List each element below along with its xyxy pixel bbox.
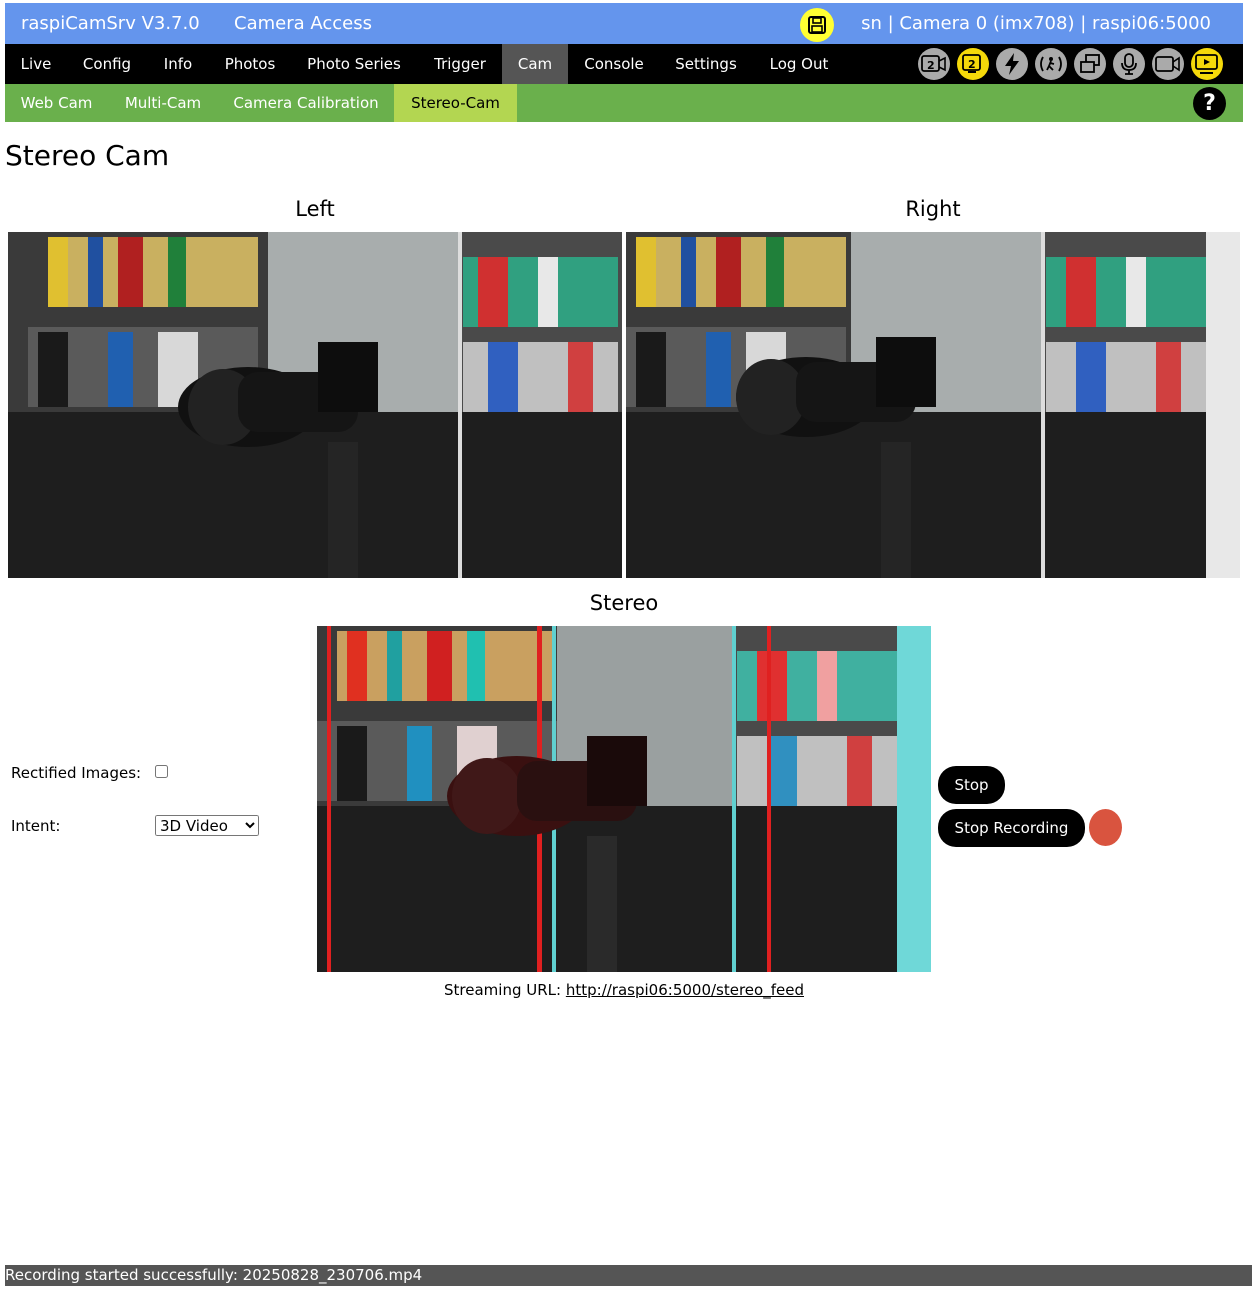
- main-nav: Live Config Info Photos Photo Series Tri…: [5, 44, 1243, 84]
- streaming-url-line: Streaming URL: http://raspi06:5000/stere…: [317, 981, 931, 999]
- intent-select[interactable]: 3D Video: [155, 815, 259, 836]
- right-caption: Right: [905, 197, 961, 221]
- sub-nav: Web Cam Multi-Cam Camera Calibration Ste…: [5, 84, 1243, 122]
- video-camera-icon[interactable]: [1152, 48, 1184, 80]
- recording-indicator: [1089, 809, 1122, 846]
- app-title: raspiCamSrv V3.7.0: [21, 13, 200, 34]
- nav-info[interactable]: Info: [147, 44, 209, 84]
- svg-text:2: 2: [927, 59, 935, 72]
- nav-photo-series[interactable]: Photo Series: [291, 44, 417, 84]
- microphone-icon[interactable]: [1113, 48, 1145, 80]
- svg-text:2: 2: [968, 58, 976, 71]
- subnav-camera-calibration[interactable]: Camera Calibration: [218, 84, 394, 122]
- stop-recording-button[interactable]: Stop Recording: [938, 809, 1085, 847]
- stereo-anaglyph-image: [317, 626, 931, 972]
- subnav-stereo-cam[interactable]: Stereo-Cam: [394, 84, 517, 122]
- nav-live[interactable]: Live: [5, 44, 67, 84]
- motion-detect-icon[interactable]: [1035, 48, 1067, 80]
- camera-2-icon[interactable]: 2: [918, 48, 950, 80]
- subnav-multi-cam[interactable]: Multi-Cam: [108, 84, 218, 122]
- nav-log-out[interactable]: Log Out: [752, 44, 846, 84]
- nav-trigger[interactable]: Trigger: [417, 44, 503, 84]
- title-bar: raspiCamSrv V3.7.0 Camera Access sn | Ca…: [5, 3, 1243, 44]
- help-icon[interactable]: ?: [1193, 87, 1226, 120]
- stream-display-icon[interactable]: [1191, 48, 1223, 80]
- multi-window-icon[interactable]: [1074, 48, 1106, 80]
- stereo-caption: Stereo: [589, 591, 659, 615]
- intent-label: Intent:: [11, 817, 61, 835]
- nav-photos[interactable]: Photos: [209, 44, 291, 84]
- camera-info: sn | Camera 0 (imx708) | raspi06:5000: [861, 13, 1211, 34]
- left-camera-image: [8, 232, 622, 578]
- save-icon[interactable]: [800, 8, 834, 42]
- lightning-icon[interactable]: [996, 48, 1028, 80]
- nav-console[interactable]: Console: [568, 44, 660, 84]
- streaming-url-label: Streaming URL:: [444, 981, 562, 999]
- nav-cam[interactable]: Cam: [502, 44, 568, 84]
- right-camera-image: [626, 232, 1240, 578]
- streaming-url-link[interactable]: http://raspi06:5000/stereo_feed: [566, 981, 804, 999]
- status-bar: Recording started successfully: 20250828…: [5, 1265, 1252, 1286]
- stop-button[interactable]: Stop: [938, 766, 1005, 804]
- section-title: Camera Access: [234, 13, 372, 34]
- camera-2-active-icon[interactable]: 2: [957, 48, 989, 80]
- rectified-images-checkbox[interactable]: [155, 765, 168, 778]
- rectified-images-label: Rectified Images:: [11, 764, 142, 782]
- status-message: Recording started successfully: 20250828…: [5, 1266, 423, 1284]
- left-caption: Left: [295, 197, 335, 221]
- nav-settings[interactable]: Settings: [660, 44, 752, 84]
- page-title: Stereo Cam: [5, 139, 170, 172]
- nav-config[interactable]: Config: [67, 44, 147, 84]
- subnav-web-cam[interactable]: Web Cam: [5, 84, 108, 122]
